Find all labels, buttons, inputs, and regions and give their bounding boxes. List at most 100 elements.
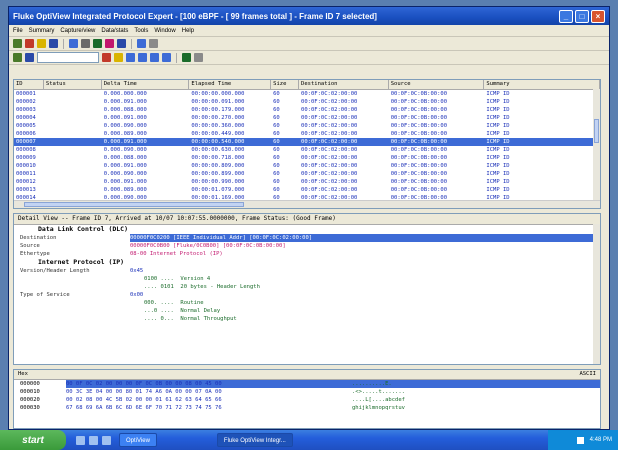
media-icon[interactable] [102,435,111,445]
table-cell: 60 [273,115,280,121]
minimize-button[interactable]: _ [559,9,573,23]
maximize-button[interactable]: □ [575,9,589,23]
menu-window[interactable]: Window [154,28,175,34]
ip-section-title[interactable]: Internet Protocol (IP) [14,258,600,267]
taskbar-item-protocol-expert[interactable]: Fluke OptiView Integr... [216,433,293,447]
first-frame-icon[interactable] [126,53,135,62]
col-delta-time[interactable]: Delta Time [102,80,190,89]
col-size[interactable]: Size [271,80,300,89]
open-icon[interactable] [13,39,22,48]
table-row[interactable]: 000010 0.000.091.000 00:00:00.809.000 60 00:… [14,162,600,170]
explorer-icon[interactable] [89,435,98,445]
quick-launch [76,435,111,445]
packet-list-vscroll[interactable] [593,89,600,203]
dlc-section-title[interactable]: Data Link Control (DLC) [14,225,600,234]
network-icon[interactable] [576,436,584,444]
table-row[interactable]: 000007 0.000.091.000 00:00:00.540.000 60 00:… [14,138,600,146]
menu-file[interactable]: File [13,28,23,34]
options-icon[interactable] [194,53,203,62]
table-cell [44,162,102,170]
toolbar-separator [176,52,177,63]
marker-icon[interactable] [102,53,111,62]
hex-pane[interactable]: Hex ASCII 000000 00 0F 0C 02 00 00 00 0F … [13,369,601,429]
table-icon[interactable] [69,39,78,48]
view-select[interactable] [37,52,99,63]
hex-row[interactable]: 000020 00 02 08 00 4C 5B 02 00 00 01 61 6… [14,396,600,404]
close-view-icon[interactable] [105,39,114,48]
dlc-source-row[interactable]: Source 00000F0C0B00 [Fluke/0C0B00] [00:0… [14,242,600,250]
table-cell: ICMP ID [486,91,510,97]
field-label: Ethertype [20,251,50,257]
stats-icon[interactable] [93,39,102,48]
highlight-icon[interactable] [114,53,123,62]
vscroll-thumb[interactable] [594,119,599,143]
tile-icon[interactable] [149,39,158,48]
menu-data-stats[interactable]: Data/stats [101,28,128,34]
detail-pane[interactable]: Detail View -- Frame ID 7, Arrived at 10… [13,213,601,365]
stop-icon[interactable] [25,39,34,48]
packet-list[interactable]: ID Status Delta Time Elapsed Time Size D… [13,79,601,209]
hex-bytes: 00 02 08 00 4C 5B 02 00 00 01 61 62 63 6… [66,397,222,403]
capture-icon[interactable] [13,53,22,62]
packet-list-hscroll[interactable] [14,200,600,208]
next-frame-icon[interactable] [150,53,159,62]
find-icon[interactable] [182,53,191,62]
hex-row[interactable]: 000010 00 3C 3E 04 00 00 80 01 74 A6 0A 0… [14,388,600,396]
table-row[interactable]: 000002 0.000.091.000 00:00:00.091.000 60 00:… [14,98,600,106]
window-icon[interactable] [137,39,146,48]
table-cell: 000010 [16,163,36,169]
table-row[interactable]: 000009 0.000.088.000 00:00:00.718.000 60 00:… [14,154,600,162]
menu-capture-view[interactable]: Capture/view [60,28,95,34]
table-cell [44,98,102,106]
table-row[interactable]: 000012 0.000.091.000 00:00:00.990.000 60 00:… [14,178,600,186]
table-cell: 000008 [16,147,36,153]
hscroll-thumb[interactable] [24,202,244,207]
hex-row[interactable]: 000000 00 0F 0C 02 00 00 00 0F 0C 0B 00 0… [14,380,600,388]
table-row[interactable]: 000008 0.000.090.000 00:00:00.630.000 60 00:… [14,146,600,154]
table-cell: 00:0F:0C:02:00:00 [301,171,358,177]
table-row[interactable]: 000006 0.000.089.000 00:00:00.449.000 60 00:… [14,130,600,138]
table-row[interactable]: 000011 0.000.090.000 00:00:00.899.000 60 00:… [14,170,600,178]
table-row[interactable]: 000013 0.000.089.000 00:00:01.079.000 60 00:… [14,186,600,194]
table-row[interactable]: 000001 0.000.000.000 00:00:00.000.000 60 00:… [14,90,600,98]
table-row[interactable]: 000003 0.000.088.000 00:00:00.179.000 60 00:… [14,106,600,114]
grid-icon[interactable] [81,39,90,48]
ip-version-row[interactable]: Version/Header Length 0x45 [14,267,600,275]
menu-tools[interactable]: Tools [134,28,148,34]
title-bar[interactable]: Fluke OptiView Integrated Protocol Exper… [9,7,609,25]
filter-icon[interactable] [37,39,46,48]
ie-icon[interactable] [76,435,85,445]
save-icon[interactable] [25,53,34,62]
start-button[interactable]: start [0,430,66,450]
prev-frame-icon[interactable] [138,53,147,62]
table-cell: 00:0F:0C:0B:00:00 [390,171,448,177]
col-id[interactable]: ID [14,80,44,89]
dlc-destination-row[interactable]: Destination 00000F0C0200 [IEEE Individua… [14,234,600,242]
table-row[interactable]: 000004 0.000.091.000 00:00:00.270.000 60 00:… [14,114,600,122]
menu-summary[interactable]: Summary [29,28,55,34]
chart-icon[interactable] [49,39,58,48]
bit-line: 000. .... Routine [144,300,204,306]
dlc-ethertype-row[interactable]: Ethertype 08-00 Internet Protocol (IP) [14,250,600,258]
table-cell [44,90,102,98]
col-destination[interactable]: Destination [299,80,389,89]
toolbar-separator [63,38,64,49]
hex-row[interactable]: 000030 67 68 69 6A 6B 6C 6D 6E 6F 70 71 7… [14,404,600,412]
close-button[interactable]: × [591,9,605,23]
table-cell: 60 [273,171,280,177]
col-status[interactable]: Status [44,80,102,89]
layout-icon[interactable] [117,39,126,48]
taskbar-item-optiview[interactable]: OptiView [119,433,157,447]
table-cell: 00:0F:0C:0B:00:00 [390,115,448,121]
col-source[interactable]: Source [389,80,485,89]
col-summary[interactable]: Summary [484,80,600,89]
table-cell: ICMP ID [486,131,510,137]
col-elapsed-time[interactable]: Elapsed Time [189,80,272,89]
table-row[interactable]: 000005 0.000.090.000 00:00:00.360.000 60 00:… [14,122,600,130]
bit-line: .... 0101 20 bytes - Header Length [144,284,260,290]
ip-tos-row[interactable]: Type of Service 0x00 [14,291,600,299]
last-frame-icon[interactable] [162,53,171,62]
hex-asc: ....L[....abcdef [352,397,405,403]
detail-vscroll[interactable] [593,224,600,364]
menu-help[interactable]: Help [182,28,194,34]
